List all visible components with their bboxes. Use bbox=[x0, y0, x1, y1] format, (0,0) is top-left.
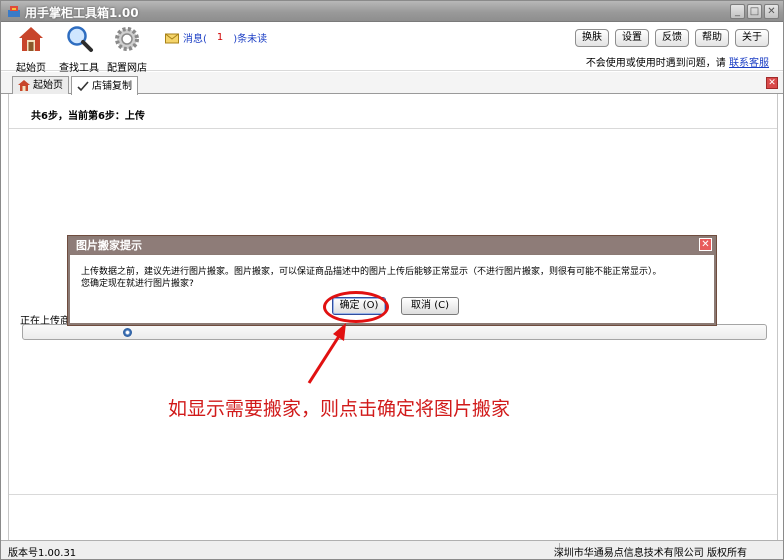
status-bar: 版本号1.00.31 深圳市华通易点信息技术有限公司 版权所有 bbox=[1, 540, 783, 559]
close-window-button[interactable]: ✕ bbox=[764, 4, 779, 19]
tab-home[interactable]: 起始页 bbox=[12, 76, 69, 94]
gear-icon bbox=[115, 27, 139, 51]
dialog-close-icon[interactable]: ✕ bbox=[699, 238, 712, 251]
tab-home-label: 起始页 bbox=[33, 80, 63, 91]
message-prefix: 消息( bbox=[183, 34, 207, 45]
settings-button[interactable]: 设置 bbox=[615, 29, 649, 47]
search-tool-button[interactable]: 查找工具 bbox=[57, 24, 101, 74]
home-small-icon bbox=[18, 80, 30, 91]
help-text: 不会使用或使用时遇到问题，请 bbox=[585, 58, 726, 69]
dialog-message: 上传数据之前，建议先进行图片搬家。图片搬家，可以保证商品描述中的图片上传后能够正… bbox=[81, 266, 707, 290]
help-button[interactable]: 帮助 bbox=[695, 29, 729, 47]
config-shop-button[interactable]: 配置网店 bbox=[105, 24, 149, 74]
upload-progress-bar bbox=[22, 324, 767, 340]
message-suffix: )条未读 bbox=[233, 34, 268, 45]
title-bar: 用手掌柜工具箱1.00 _ □ ✕ bbox=[1, 1, 783, 22]
app-logo-icon bbox=[8, 6, 20, 17]
magnifier-icon bbox=[67, 26, 93, 52]
step-indicator: 共6步，当前第6步：上传 bbox=[31, 111, 145, 122]
version-text: 版本号1.00.31 bbox=[8, 548, 77, 559]
checkmark-icon bbox=[77, 80, 89, 91]
message-notice[interactable]: 消息( 1 )条未读 bbox=[165, 30, 267, 45]
step-divider bbox=[9, 128, 777, 129]
about-button[interactable]: 关于 bbox=[735, 29, 769, 47]
contact-support-link[interactable]: 联系客服 bbox=[729, 58, 769, 69]
close-tab-icon[interactable]: ✕ bbox=[766, 77, 778, 89]
home-tool-button[interactable]: 起始页 bbox=[9, 24, 53, 74]
tab-bar: 起始页 店铺复制 ✕ bbox=[1, 72, 783, 95]
tab-shop-copy-label: 店铺复制 bbox=[92, 80, 132, 92]
help-line: 不会使用或使用时遇到问题，请 联系客服 bbox=[586, 54, 769, 69]
cancel-button[interactable]: 取消 (C) bbox=[401, 297, 459, 315]
dialog-message-line2: 您确定现在就进行图片搬家? bbox=[81, 279, 194, 289]
tab-shop-copy[interactable]: 店铺复制 bbox=[71, 76, 138, 95]
skin-button[interactable]: 换肤 bbox=[575, 29, 609, 47]
minimize-button[interactable]: _ bbox=[730, 4, 745, 19]
dialog-message-line1: 上传数据之前，建议先进行图片搬家。图片搬家，可以保证商品描述中的图片上传后能够正… bbox=[81, 267, 662, 277]
top-buttons: 换肤 设置 反馈 帮助 关于 bbox=[575, 29, 769, 47]
window-controls: _ □ ✕ bbox=[730, 4, 779, 19]
app-window: 用手掌柜工具箱1.00 _ □ ✕ 起始页 查找工具 配置网店 消息(1)条… bbox=[0, 0, 784, 560]
dialog-title: 图片搬家提示 bbox=[70, 238, 714, 254]
envelope-icon bbox=[165, 33, 179, 43]
message-count: 1 bbox=[216, 32, 224, 43]
progress-spinner-icon bbox=[123, 328, 132, 337]
window-title: 用手掌柜工具箱1.00 bbox=[25, 6, 139, 20]
copyright-text: 深圳市华通易点信息技术有限公司 版权所有 bbox=[553, 548, 747, 559]
highlight-ellipse bbox=[323, 291, 389, 323]
bottom-divider bbox=[9, 494, 777, 495]
image-move-dialog: 图片搬家提示 ✕ 上传数据之前，建议先进行图片搬家。图片搬家，可以保证商品描述中… bbox=[67, 235, 717, 326]
feedback-button[interactable]: 反馈 bbox=[655, 29, 689, 47]
home-icon bbox=[19, 27, 43, 51]
maximize-button[interactable]: □ bbox=[747, 4, 762, 19]
main-toolbar: 起始页 查找工具 配置网店 消息( 1 )条未读 换肤 设置 反馈 帮助 关于 … bbox=[1, 22, 783, 74]
dialog-body: 上传数据之前，建议先进行图片搬家。图片搬家，可以保证商品描述中的图片上传后能够正… bbox=[70, 255, 714, 323]
annotation-caption: 如显示需要搬家，则点击确定将图片搬家 bbox=[168, 398, 511, 420]
